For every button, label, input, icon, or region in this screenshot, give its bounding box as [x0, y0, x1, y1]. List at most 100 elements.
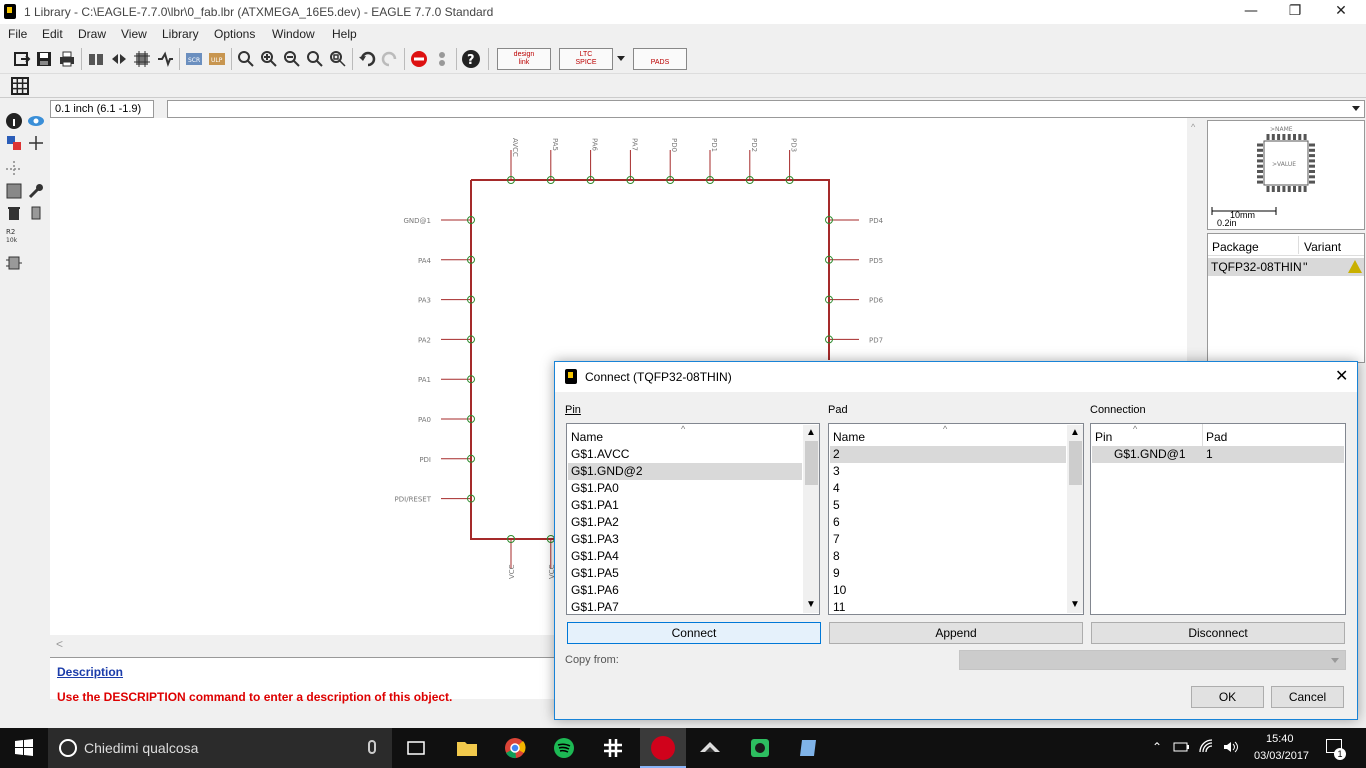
pin-row[interactable]: G$1.PA7 [568, 599, 802, 614]
pin-row[interactable]: G$1.PA1 [568, 497, 802, 514]
chevron-up-icon[interactable]: ⌃ [1152, 740, 1162, 754]
pin-row[interactable]: G$1.PA4 [568, 548, 802, 565]
fwd-back-icon[interactable] [109, 49, 129, 69]
value-icon[interactable]: R2 10k [5, 226, 23, 244]
menu-window[interactable]: Window [272, 27, 315, 41]
chevron-down-icon[interactable] [617, 56, 625, 61]
chevron-down-icon[interactable] [1331, 658, 1339, 663]
pads-button[interactable]: PADS [633, 48, 687, 70]
print-icon[interactable] [57, 49, 77, 69]
open-icon[interactable] [12, 49, 32, 69]
pin-row[interactable]: G$1.AVCC [568, 446, 802, 463]
file-explorer-icon[interactable] [455, 736, 479, 760]
square-icon[interactable] [5, 182, 23, 200]
scroll-up-icon[interactable]: ▲ [806, 427, 816, 438]
scroll-down-icon[interactable]: ▼ [806, 599, 816, 610]
redo-icon[interactable] [380, 49, 400, 69]
pad-row[interactable]: 6 [830, 514, 1066, 531]
scroll-down-icon[interactable]: ▼ [1070, 599, 1080, 610]
pad-row[interactable]: 4 [830, 480, 1066, 497]
dialog-close-icon[interactable]: ✕ [1335, 366, 1348, 385]
pad-list-scroll-thumb[interactable] [1069, 441, 1082, 485]
pin-row[interactable]: G$1.PA0 [568, 480, 802, 497]
pad-row[interactable]: 5 [830, 497, 1066, 514]
pin-row[interactable]: G$1.PA5 [568, 565, 802, 582]
clock-date[interactable]: 03/03/2017 [1254, 750, 1309, 762]
pinswap-icon[interactable] [27, 204, 45, 222]
display-icon[interactable] [5, 134, 23, 152]
inkscape-icon[interactable] [698, 736, 722, 760]
undo-icon[interactable] [357, 49, 377, 69]
connection-list[interactable]: Pin ^ Pad G$1.GND@1 1 [1090, 423, 1346, 615]
connect-tool-icon[interactable] [5, 254, 23, 272]
package-variant-list[interactable]: Package Variant TQFP32-08THIN '' [1207, 233, 1365, 363]
delete-icon[interactable] [5, 204, 23, 222]
ok-button[interactable]: OK [1191, 686, 1264, 708]
zoom-out-icon[interactable] [282, 49, 302, 69]
slack-icon[interactable] [601, 736, 625, 760]
connect-button[interactable]: Connect [567, 622, 821, 644]
pin-row[interactable]: G$1.PA6 [568, 582, 802, 599]
schematic-icon[interactable] [155, 49, 175, 69]
battery-icon[interactable] [1172, 738, 1190, 756]
variant-header[interactable]: Variant [1304, 240, 1341, 254]
grid-icon[interactable] [10, 76, 30, 96]
windows-start-icon[interactable] [12, 736, 36, 760]
menu-help[interactable]: Help [332, 27, 357, 41]
clock-time[interactable]: 15:40 [1266, 733, 1294, 745]
copy-from-select[interactable] [959, 650, 1346, 670]
scroll-up-icon[interactable]: ^ [1191, 122, 1195, 132]
pad-list[interactable]: Name ^ 2 3 4 5 6 7 8 9 10 11 ▲ ▼ [828, 423, 1084, 615]
pin-list-scroll-thumb[interactable] [805, 441, 818, 485]
spotify-icon[interactable] [552, 736, 576, 760]
menu-library[interactable]: Library [162, 27, 199, 41]
info-icon[interactable] [5, 112, 23, 130]
show-icon[interactable] [27, 112, 45, 130]
pad-list-scrollbar[interactable]: ▲ ▼ [1067, 425, 1083, 613]
connection-pad-header[interactable]: Pad [1206, 430, 1227, 444]
zoom-redraw-icon[interactable] [305, 49, 325, 69]
pad-row[interactable]: 3 [830, 463, 1066, 480]
pad-row[interactable]: 11 [830, 599, 1066, 614]
menu-options[interactable]: Options [214, 27, 255, 41]
microphone-icon[interactable] [368, 740, 376, 754]
zoom-select-icon[interactable] [328, 49, 348, 69]
help-icon[interactable]: ? [461, 49, 481, 69]
pin-list[interactable]: Name ^ G$1.AVCC G$1.GND@2 G$1.PA0 G$1.PA1 G$… [566, 423, 820, 615]
move-icon[interactable] [5, 160, 23, 178]
disconnect-button[interactable]: Disconnect [1091, 622, 1345, 644]
zoom-fit-icon[interactable] [236, 49, 256, 69]
package-row[interactable]: TQFP32-08THIN '' [1208, 258, 1364, 276]
board-icon[interactable] [132, 49, 152, 69]
append-button[interactable]: Append [829, 622, 1083, 644]
connection-row[interactable]: G$1.GND@1 1 [1092, 446, 1344, 463]
command-line-input[interactable] [167, 100, 1365, 118]
pad-row[interactable]: 2 [830, 446, 1066, 463]
menu-draw[interactable]: Draw [78, 27, 106, 41]
minimize-button[interactable]: — [1228, 0, 1274, 24]
pad-row[interactable]: 8 [830, 548, 1066, 565]
connection-pin-header[interactable]: Pin [1091, 424, 1201, 446]
scroll-up-icon[interactable]: ▲ [1070, 427, 1080, 438]
menu-view[interactable]: View [121, 27, 147, 41]
task-view-icon[interactable] [404, 736, 428, 760]
scroll-left-icon[interactable]: < [56, 637, 63, 651]
volume-icon[interactable] [1222, 738, 1240, 756]
package-header[interactable]: Package [1212, 240, 1259, 254]
wrench-icon[interactable] [27, 182, 45, 200]
stop-icon[interactable] [409, 49, 429, 69]
zoom-in-icon[interactable] [259, 49, 279, 69]
script-icon[interactable]: SCR [184, 49, 204, 69]
pin-list-scrollbar[interactable]: ▲ ▼ [803, 425, 819, 613]
pad-row[interactable]: 9 [830, 565, 1066, 582]
close-button[interactable]: ✕ [1318, 0, 1364, 24]
pin-row[interactable]: G$1.PA2 [568, 514, 802, 531]
cancel-button[interactable]: Cancel [1271, 686, 1344, 708]
run-icon[interactable]: ULP [207, 49, 227, 69]
pin-row[interactable]: G$1.PA3 [568, 531, 802, 548]
eagle-taskbar-button[interactable] [640, 728, 686, 768]
description-link[interactable]: Description [57, 665, 123, 679]
ltspice-button[interactable]: LTC SPICE [559, 48, 613, 70]
menu-edit[interactable]: Edit [42, 27, 63, 41]
notepad-icon[interactable] [797, 736, 821, 760]
